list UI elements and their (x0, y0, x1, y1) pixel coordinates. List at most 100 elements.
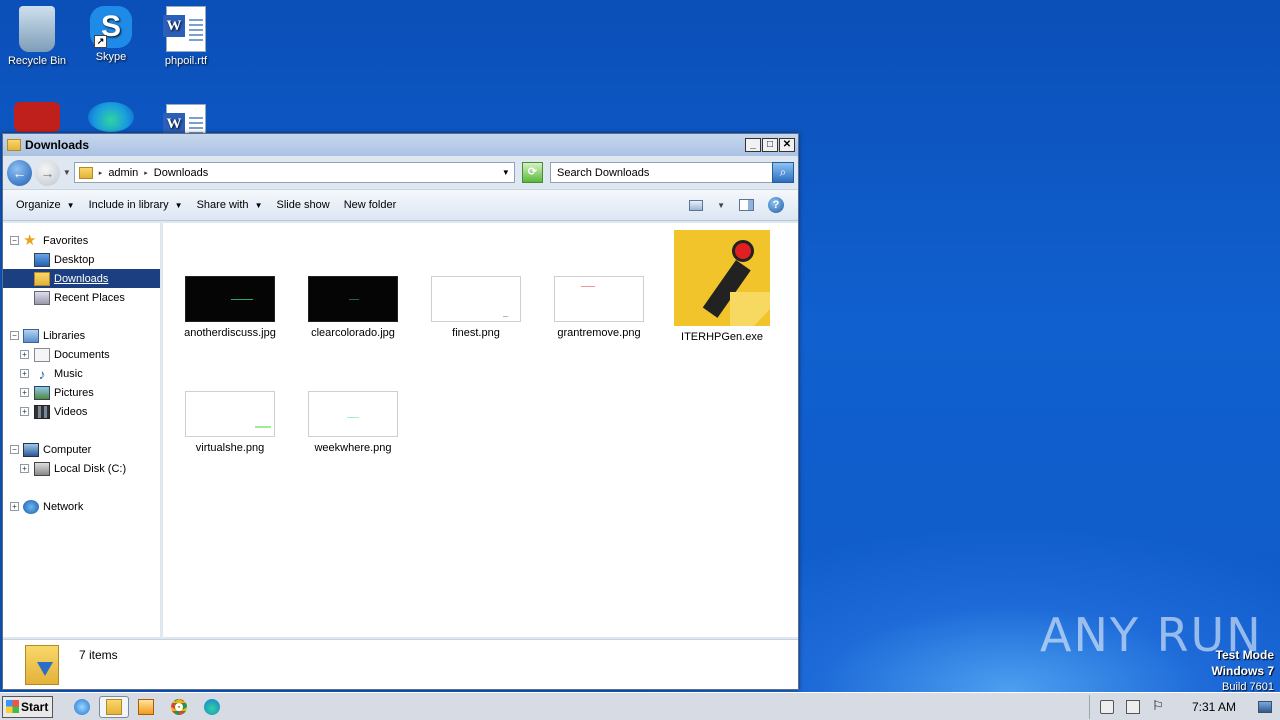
new-folder-button[interactable]: New folder (337, 194, 404, 216)
word-document-icon (163, 6, 206, 52)
taskbar-file-explorer[interactable] (99, 695, 129, 718)
nav-network[interactable]: + Network (3, 497, 160, 516)
search-input[interactable]: Search Downloads ⌕ (549, 162, 794, 183)
nav-videos[interactable]: + Videos (3, 402, 160, 421)
file-item[interactable]: ITERHPGen.exe (667, 230, 777, 343)
recent-pages-dropdown[interactable]: ▼ (63, 168, 71, 177)
taskbar-edge[interactable] (201, 696, 223, 718)
test-mode-label: Test Mode (1215, 648, 1274, 662)
breadcrumb-caret-icon[interactable]: ▸ (144, 169, 148, 177)
file-item[interactable]: anotherdiscuss.jpg (175, 276, 285, 339)
desktop-icon-label: Skype (95, 51, 127, 63)
details-pane: 7 items (3, 639, 798, 689)
clock[interactable]: 7:31 AM (1192, 700, 1236, 714)
dropdown-arrow-icon: ▼ (174, 201, 183, 210)
breadcrumb-downloads[interactable]: Downloads (154, 167, 208, 179)
nav-local-disk[interactable]: + Local Disk (C:) (3, 459, 160, 478)
close-button[interactable]: ✕ (779, 138, 795, 152)
image-thumbnail (308, 276, 398, 322)
taskbar-internet-explorer[interactable] (71, 696, 93, 718)
collapse-icon[interactable]: − (10, 445, 19, 454)
desktop-icon-label: phpoil.rtf (164, 55, 208, 67)
nav-music[interactable]: + ♪ Music (3, 364, 160, 383)
image-thumbnail (185, 276, 275, 322)
taskbar: Start ⚐ 7:31 AM (0, 692, 1280, 720)
item-count: 7 items (79, 648, 118, 662)
expand-icon[interactable]: + (20, 388, 29, 397)
title-bar[interactable]: Downloads _ □ ✕ (3, 134, 798, 156)
taskbar-media-player[interactable] (135, 696, 157, 718)
expand-icon[interactable]: + (20, 464, 29, 473)
file-item[interactable]: weekwhere.png (298, 391, 408, 454)
minimize-button[interactable]: _ (745, 138, 761, 152)
recent-places-icon (34, 290, 50, 305)
nav-recent-places[interactable]: Recent Places (3, 288, 160, 307)
address-bar[interactable]: ▸ admin ▸ Downloads ▼ (73, 162, 515, 183)
nav-pictures[interactable]: + Pictures (3, 383, 160, 402)
downloads-folder-icon (34, 271, 50, 286)
nav-computer[interactable]: − Computer (3, 440, 160, 459)
breadcrumb-admin[interactable]: admin (108, 167, 138, 179)
action-center-flag-icon[interactable]: ⚐ (1152, 699, 1166, 714)
file-item[interactable]: finest.png (421, 276, 531, 339)
view-dropdown-icon[interactable]: ▼ (717, 201, 725, 210)
expand-icon[interactable]: + (20, 350, 29, 359)
downloads-folder-large-icon (25, 645, 59, 685)
collapse-icon[interactable]: − (10, 236, 19, 245)
desktop-icon-recycle-bin[interactable]: Recycle Bin (0, 0, 74, 67)
file-item[interactable]: grantremove.png (544, 276, 654, 339)
nav-libraries[interactable]: − Libraries (3, 326, 160, 345)
show-desktop-icon[interactable] (1258, 700, 1272, 713)
include-in-library-button[interactable]: Include in library ▼ (82, 194, 190, 216)
nav-desktop[interactable]: Desktop (3, 250, 160, 269)
maximize-button[interactable]: □ (762, 138, 778, 152)
desktop-icon-phpoil[interactable]: phpoil.rtf (149, 0, 223, 67)
file-item[interactable]: virtualshe.png (175, 391, 285, 454)
media-player-icon (138, 698, 154, 715)
nav-downloads[interactable]: Downloads (3, 269, 160, 288)
computer-icon (23, 442, 39, 457)
test-mode-notice: Test Mode Windows 7 Build 7601 (1211, 648, 1274, 695)
network-status-icon[interactable] (1125, 699, 1140, 714)
expand-icon[interactable]: + (10, 502, 19, 511)
breadcrumb-caret-icon[interactable]: ▸ (99, 169, 103, 177)
slide-show-button[interactable]: Slide show (269, 194, 336, 216)
forward-button[interactable]: → (34, 159, 60, 186)
file-name: weekwhere.png (314, 442, 392, 454)
nav-documents[interactable]: + Documents (3, 345, 160, 364)
desktop-icon-edge[interactable] (74, 98, 148, 135)
system-tray: ⚐ 7:31 AM (1088, 694, 1280, 719)
taskbar-chrome[interactable] (168, 696, 190, 718)
windows-logo-icon (6, 700, 19, 713)
explorer-window: Downloads _ □ ✕ ← → ▼ ▸ admin ▸ Download… (2, 133, 799, 690)
acrobat-icon (14, 102, 60, 132)
edge-icon (88, 102, 134, 132)
nav-favorites[interactable]: − ★ Favorites (3, 231, 160, 250)
file-item[interactable]: clearcolorado.jpg (298, 276, 408, 339)
organize-button[interactable]: Organize ▼ (9, 194, 82, 216)
collapse-icon[interactable]: − (10, 331, 19, 340)
search-placeholder: Search Downloads (556, 166, 650, 179)
file-explorer-icon (106, 698, 122, 715)
change-view-icon[interactable] (689, 199, 704, 211)
refresh-button[interactable]: ⟳ (521, 162, 543, 183)
edge-icon (204, 698, 220, 715)
command-bar: Organize ▼ Include in library ▼ Share with… (3, 189, 798, 221)
back-button[interactable]: ← (7, 159, 32, 186)
share-with-button[interactable]: Share with ▼ (190, 194, 270, 216)
star-icon: ★ (23, 231, 37, 249)
expand-icon[interactable]: + (20, 407, 29, 416)
desktop-icon (34, 252, 50, 267)
expand-icon[interactable]: + (20, 369, 29, 378)
desktop-icon-acrobat[interactable] (0, 98, 74, 135)
network-icon (23, 499, 39, 514)
start-button[interactable]: Start (2, 695, 53, 718)
preview-pane-icon[interactable] (739, 199, 754, 211)
volume-icon[interactable] (1099, 699, 1114, 714)
music-icon: ♪ (38, 365, 46, 382)
help-icon[interactable]: ? (768, 197, 784, 213)
chrome-icon (171, 698, 187, 715)
search-icon[interactable]: ⌕ (771, 162, 794, 183)
address-dropdown-icon[interactable]: ▼ (502, 168, 510, 177)
desktop-icon-skype[interactable]: S ↗ Skype (74, 0, 148, 63)
